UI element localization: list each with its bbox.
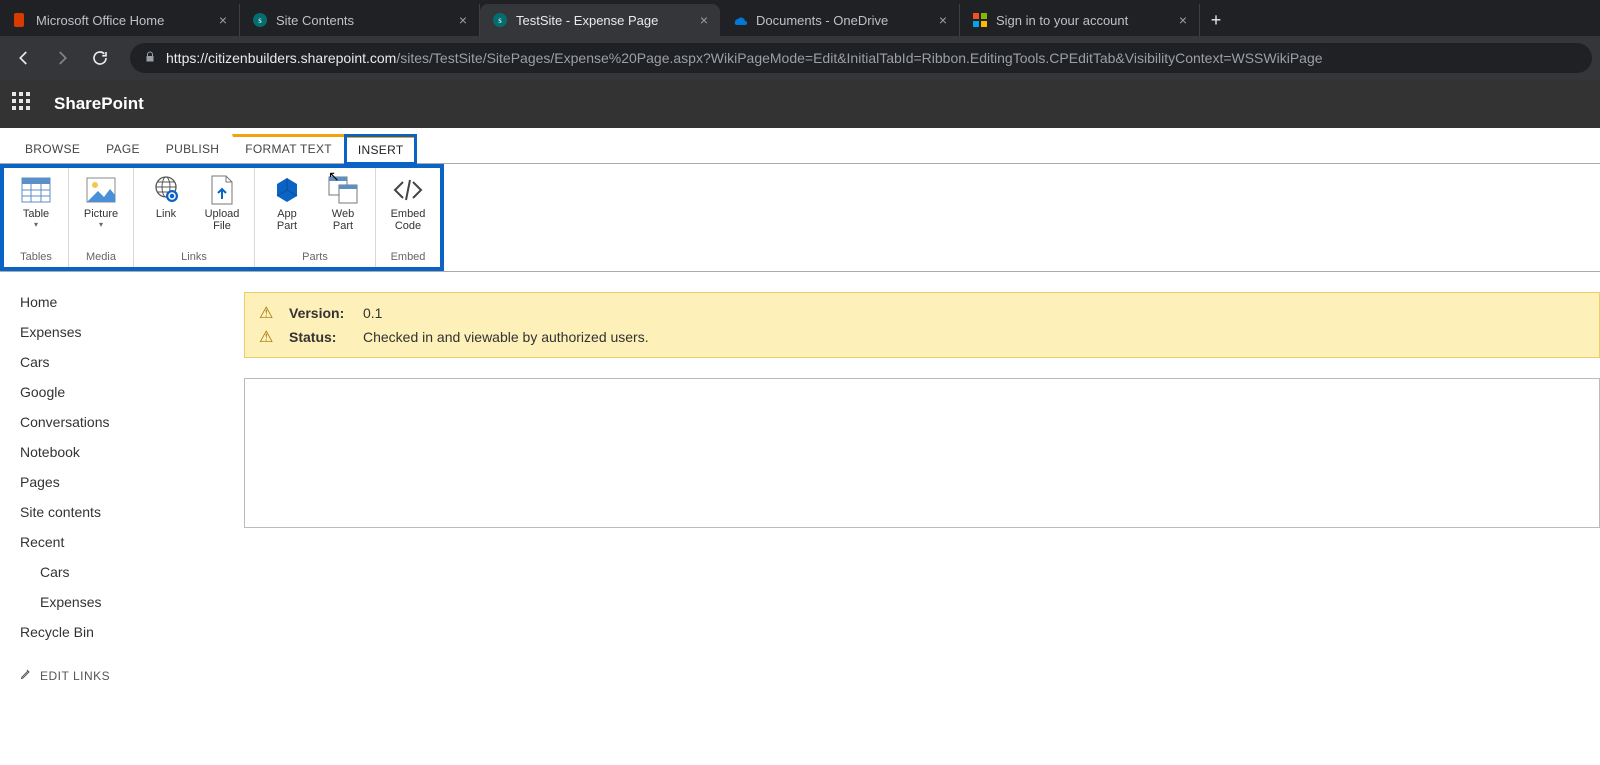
onedrive-icon	[732, 12, 748, 28]
edit-links-button[interactable]: EDIT LINKS	[20, 668, 212, 683]
sharepoint-icon: s	[252, 12, 268, 28]
back-button[interactable]	[8, 42, 40, 74]
wiki-edit-area[interactable]	[244, 378, 1600, 528]
globe-link-icon	[150, 174, 182, 206]
office-icon	[12, 12, 28, 28]
new-tab-button[interactable]: +	[1200, 4, 1232, 36]
microsoft-icon	[972, 12, 988, 28]
nav-link-conversations[interactable]: Conversations	[20, 414, 212, 430]
ribbon-group-media: Picture ▾ Media	[69, 168, 134, 267]
reload-button[interactable]	[84, 42, 116, 74]
page-body: Home Expenses Cars Google Conversations …	[0, 272, 1600, 691]
ribbon-tab-publish[interactable]: PUBLISH	[153, 133, 232, 163]
url-text: https://citizenbuilders.sharepoint.com/s…	[166, 50, 1323, 66]
browser-tab-title: Sign in to your account	[996, 13, 1167, 28]
close-icon[interactable]: ×	[459, 12, 467, 28]
web-part-icon	[327, 174, 359, 206]
link-button[interactable]: Link	[140, 172, 192, 220]
ribbon-body: Table ▾ Tables Picture ▾ Media	[0, 164, 1600, 272]
svg-text:s: s	[498, 15, 502, 25]
ribbon-group-tables: Table ▾ Tables	[4, 168, 69, 267]
nav-link-home[interactable]: Home	[20, 294, 212, 310]
nav-link-recent-cars[interactable]: Cars	[20, 564, 212, 580]
nav-link-site-contents[interactable]: Site contents	[20, 504, 212, 520]
status-row: ⚠ Version: 0.1	[259, 301, 1585, 325]
nav-link-recent-expenses[interactable]: Expenses	[20, 594, 212, 610]
browser-tabstrip: Microsoft Office Home × s Site Contents …	[0, 0, 1600, 36]
picture-icon	[85, 174, 117, 206]
nav-link-pages[interactable]: Pages	[20, 474, 212, 490]
web-part-button[interactable]: Web Part	[317, 172, 369, 232]
browser-tab[interactable]: s Site Contents ×	[240, 4, 480, 36]
status-row: ⚠ Status: Checked in and viewable by aut…	[259, 325, 1585, 349]
ribbon-tab-page[interactable]: PAGE	[93, 133, 153, 163]
ribbon-group-embed: Embed Code Embed	[376, 168, 440, 267]
nav-link-recent[interactable]: Recent	[20, 534, 212, 550]
nav-link-recycle-bin[interactable]: Recycle Bin	[20, 624, 212, 640]
browser-tab-title: Site Contents	[276, 13, 447, 28]
picture-button[interactable]: Picture ▾	[75, 172, 127, 229]
browser-tab[interactable]: Sign in to your account ×	[960, 4, 1200, 36]
browser-toolbar: https://citizenbuilders.sharepoint.com/s…	[0, 36, 1600, 80]
upload-file-icon	[206, 174, 238, 206]
lock-icon	[144, 51, 156, 66]
browser-tab-title: Documents - OneDrive	[756, 13, 927, 28]
ribbon-highlight-box: Table ▾ Tables Picture ▾ Media	[0, 164, 444, 271]
ribbon-group-parts: App Part Web Part Parts	[255, 168, 376, 267]
close-icon[interactable]: ×	[939, 12, 947, 28]
app-part-button[interactable]: App Part	[261, 172, 313, 232]
main-content: ⚠ Version: 0.1 ⚠ Status: Checked in and …	[220, 272, 1600, 691]
browser-tab[interactable]: Documents - OneDrive ×	[720, 4, 960, 36]
chevron-down-icon: ▾	[34, 220, 38, 229]
suite-title: SharePoint	[54, 94, 144, 114]
table-button[interactable]: Table ▾	[10, 172, 62, 229]
ribbon-tab-format-text[interactable]: FORMAT TEXT	[232, 134, 345, 163]
embed-code-button[interactable]: Embed Code	[382, 172, 434, 232]
ribbon-group-links: Link Upload File Links	[134, 168, 255, 267]
left-nav: Home Expenses Cars Google Conversations …	[0, 272, 220, 691]
browser-tab-active[interactable]: s TestSite - Expense Page ×	[480, 4, 720, 36]
nav-link-notebook[interactable]: Notebook	[20, 444, 212, 460]
ribbon-tabstrip: BROWSE PAGE PUBLISH FORMAT TEXT INSERT	[0, 128, 1600, 164]
app-launcher-icon[interactable]	[12, 92, 36, 116]
close-icon[interactable]: ×	[700, 12, 708, 28]
nav-link-expenses[interactable]: Expenses	[20, 324, 212, 340]
ribbon-tab-browse[interactable]: BROWSE	[12, 133, 93, 163]
browser-tab-title: TestSite - Expense Page	[516, 13, 688, 28]
sharepoint-icon: s	[492, 12, 508, 28]
upload-file-button[interactable]: Upload File	[196, 172, 248, 232]
nav-link-google[interactable]: Google	[20, 384, 212, 400]
ribbon-tab-insert[interactable]: INSERT	[345, 135, 417, 164]
svg-text:s: s	[258, 15, 262, 25]
app-part-icon	[271, 174, 303, 206]
close-icon[interactable]: ×	[219, 12, 227, 28]
table-icon	[20, 174, 52, 206]
pencil-icon	[20, 668, 32, 683]
nav-link-cars[interactable]: Cars	[20, 354, 212, 370]
address-bar[interactable]: https://citizenbuilders.sharepoint.com/s…	[130, 43, 1592, 73]
page-status-bar: ⚠ Version: 0.1 ⚠ Status: Checked in and …	[244, 292, 1600, 358]
suite-header: SharePoint	[0, 80, 1600, 128]
warning-icon: ⚠	[259, 327, 277, 347]
forward-button[interactable]	[46, 42, 78, 74]
browser-tab[interactable]: Microsoft Office Home ×	[0, 4, 240, 36]
close-icon[interactable]: ×	[1179, 12, 1187, 28]
chevron-down-icon: ▾	[99, 220, 103, 229]
warning-icon: ⚠	[259, 303, 277, 323]
browser-tab-title: Microsoft Office Home	[36, 13, 207, 28]
browser-chrome: Microsoft Office Home × s Site Contents …	[0, 0, 1600, 80]
embed-code-icon	[392, 174, 424, 206]
